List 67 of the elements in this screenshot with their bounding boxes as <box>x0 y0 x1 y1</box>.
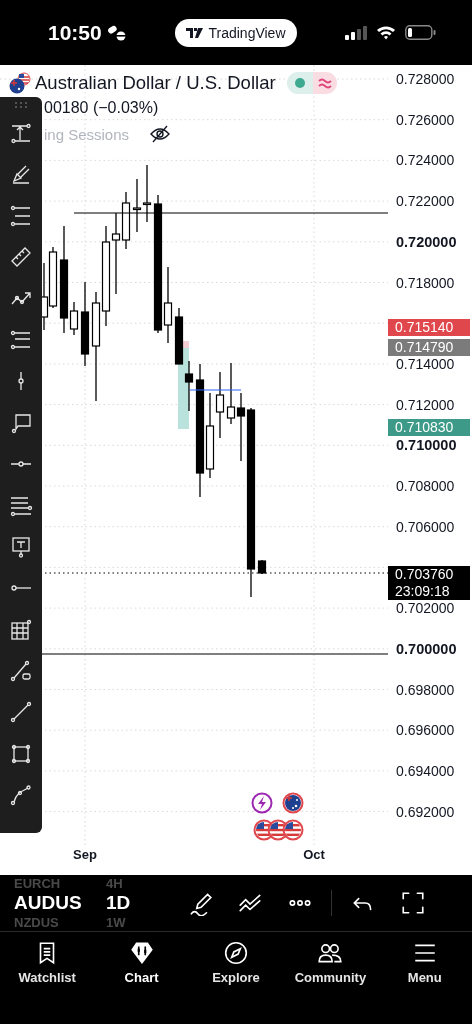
app-pill[interactable]: TradingView <box>175 18 297 47</box>
countdown-timer: 23:09:18 <box>395 583 451 600</box>
logo-icon <box>186 27 204 38</box>
segment-icon[interactable] <box>9 659 33 684</box>
price-label: 0.718000 <box>396 273 455 292</box>
price-label: 0.696000 <box>396 721 455 740</box>
price-line[interactable] <box>189 389 242 391</box>
nav-tab[interactable]: Watchlist <box>18 932 76 985</box>
time-label: Oct <box>303 847 325 862</box>
price-label: 0.700000 <box>396 639 457 658</box>
nav-tab[interactable]: Explore <box>212 932 260 985</box>
flags-icon <box>8 71 32 95</box>
eye-off-icon[interactable] <box>149 124 172 144</box>
vertical-range-icon[interactable] <box>9 121 33 145</box>
price-label: 0.692000 <box>396 802 455 821</box>
price-value: 0.714790 <box>395 339 455 356</box>
price-label: 0.724000 <box>396 151 455 170</box>
price-change: 00180 (−0.03%) <box>44 99 159 117</box>
flag-icon[interactable] <box>282 792 304 814</box>
wifi-icon <box>376 25 396 40</box>
price-label: 0.702000 <box>396 599 455 618</box>
curve-icon[interactable] <box>9 783 33 808</box>
price-label: 0.722000 <box>396 192 455 211</box>
nav-tab[interactable]: Chart <box>124 932 159 985</box>
price-value: 0.703760 <box>395 566 455 583</box>
tab-icon <box>128 940 155 966</box>
battery-icon <box>405 25 436 40</box>
symbol-option[interactable]: AUDUS <box>14 891 106 915</box>
app-name: TradingView <box>208 24 286 41</box>
time-label: Sep <box>73 847 97 862</box>
price-label: 0.720000 <box>396 232 457 251</box>
candle <box>226 362 236 425</box>
fullscreen-icon[interactable] <box>400 890 426 916</box>
price-value: 0.715140 <box>395 319 455 336</box>
symbol-title: Australian Dollar / U.S. Dollar <box>35 72 276 94</box>
candle <box>174 307 184 365</box>
tab-icon <box>223 940 249 966</box>
price-label: 0.712000 <box>396 395 455 414</box>
price-label: 0.694000 <box>396 761 455 780</box>
price-label: 0.714000 <box>396 354 455 373</box>
price-value: 0.710830 <box>395 419 455 436</box>
price-label: 0.728000 <box>396 70 455 88</box>
drag-handle-icon[interactable] <box>14 101 28 109</box>
status-icon <box>106 24 127 41</box>
candle <box>132 178 142 233</box>
lightning-icon[interactable] <box>251 792 273 814</box>
levels-icon[interactable] <box>9 203 33 228</box>
interval-option[interactable]: 1D <box>106 891 175 915</box>
price-label: 0.726000 <box>396 110 455 129</box>
nav-tab[interactable]: Menu <box>407 932 442 985</box>
candle <box>121 191 131 250</box>
text-tool-icon[interactable] <box>9 534 33 559</box>
status-pill[interactable] <box>286 72 337 94</box>
price-line[interactable] <box>73 212 388 214</box>
signal-icon <box>345 25 367 40</box>
price-label: 0.708000 <box>396 477 455 495</box>
price-label: 0.698000 <box>396 680 455 699</box>
flag-icon[interactable] <box>282 819 304 841</box>
sessions-label: ing Sessions <box>44 125 130 143</box>
price-label: 0.706000 <box>396 517 455 536</box>
nav-tab[interactable]: Community <box>294 932 367 985</box>
clock-time: 10:50 <box>48 20 102 45</box>
wave-icon <box>317 77 332 89</box>
grid-icon[interactable] <box>9 617 33 642</box>
trend-line-icon[interactable] <box>9 700 33 725</box>
price-label: 0.710000 <box>396 436 457 455</box>
candle <box>215 371 225 439</box>
